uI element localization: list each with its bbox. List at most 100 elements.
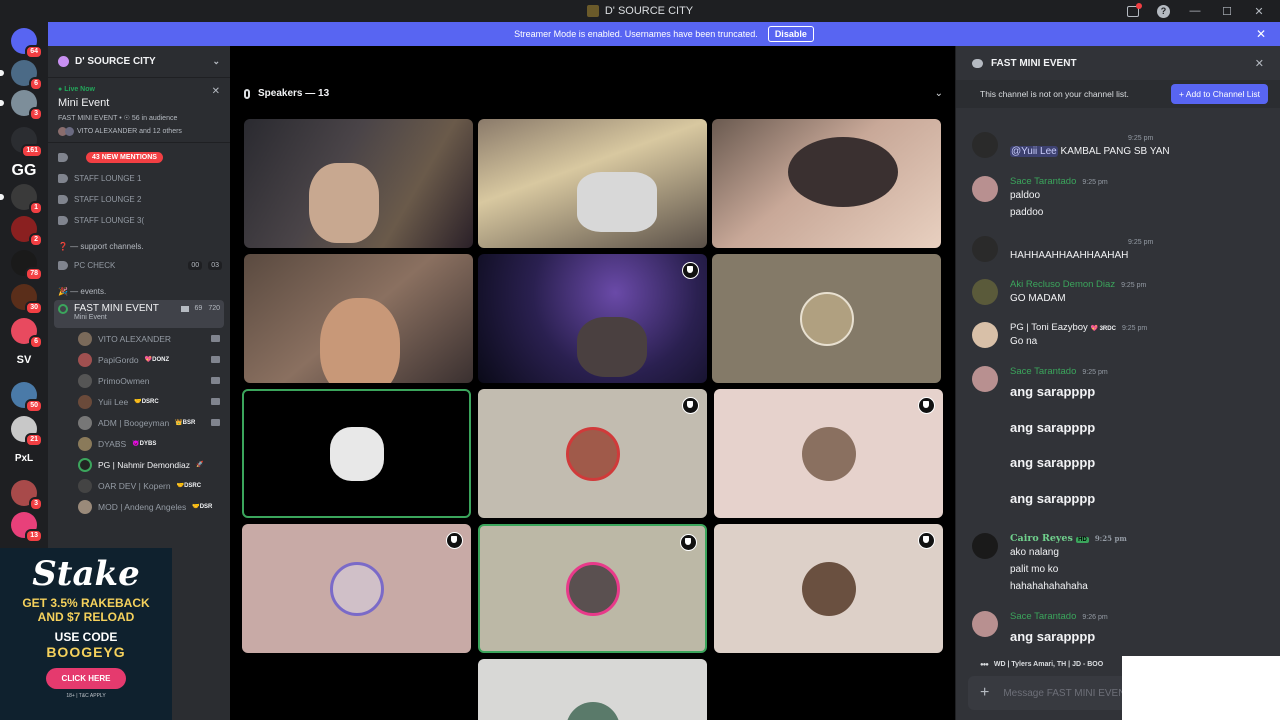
username[interactable]: PG | Toni Eazyboy 💖 3RDC 9:25 pm bbox=[1010, 322, 1147, 333]
unread-pill bbox=[0, 194, 4, 200]
live-event-card[interactable]: Live Now Mini Event FAST MINI EVENT • ☉ … bbox=[48, 78, 230, 143]
voice-user[interactable]: MOD | Andeng Angeles 🤝DSR bbox=[48, 496, 230, 517]
server-icon-9[interactable]: 6 bbox=[11, 318, 43, 349]
new-mentions-badge[interactable]: 43 NEW MENTIONS bbox=[86, 152, 163, 163]
speakers-header[interactable]: Speakers — 13 bbox=[244, 88, 329, 99]
event-meta: FAST MINI EVENT • ☉ 56 in audience bbox=[58, 115, 178, 122]
live-label: Live Now bbox=[58, 86, 220, 93]
avatar[interactable] bbox=[972, 236, 998, 262]
minimize-icon[interactable]: — bbox=[1188, 5, 1202, 17]
voice-user[interactable]: DYABS 😈DYBS bbox=[48, 433, 230, 454]
video-tile[interactable] bbox=[478, 254, 707, 383]
voice-user[interactable]: PG | Nahmir Demondiaz 🚀 bbox=[48, 454, 230, 475]
voice-user[interactable]: ADM | Boogeyman 👑BSR bbox=[48, 412, 230, 433]
channel-staff-lounge-3[interactable]: STAFF LOUNGE 3( bbox=[48, 210, 230, 231]
avatar bbox=[78, 436, 92, 451]
close-icon[interactable]: ✕ bbox=[1256, 27, 1266, 41]
server-icon-pxl[interactable]: PxL bbox=[8, 453, 40, 464]
voice-user[interactable]: PapiGordo 💖DONZ bbox=[48, 349, 230, 370]
help-icon[interactable]: ? bbox=[1157, 4, 1170, 18]
voice-user[interactable]: PrimoOwmen bbox=[48, 370, 230, 391]
category-events[interactable]: 🎉 — events. bbox=[48, 282, 230, 300]
avatar[interactable] bbox=[972, 322, 998, 348]
category-support[interactable]: ❓ — support channels. bbox=[48, 237, 230, 255]
inbox-icon[interactable] bbox=[1127, 2, 1142, 17]
server-icon-8[interactable]: 30 bbox=[11, 284, 43, 315]
channel-staff-lounge-2[interactable]: STAFF LOUNGE 2 bbox=[48, 189, 230, 210]
disable-button[interactable]: Disable bbox=[767, 26, 814, 42]
username[interactable]: Sace Tarantado 9:25 pm bbox=[1010, 176, 1108, 187]
voice-user[interactable]: Yuii Lee 🤝DSRC bbox=[48, 391, 230, 412]
chevron-down-icon: ⌄ bbox=[212, 56, 220, 66]
avatar[interactable] bbox=[972, 176, 998, 202]
speaker-tile[interactable] bbox=[242, 389, 471, 518]
maximize-icon[interactable]: ☐ bbox=[1220, 5, 1234, 18]
avatar bbox=[329, 561, 384, 616]
speaker-tile[interactable] bbox=[242, 524, 471, 653]
add-to-channel-list-button[interactable]: + Add to Channel List bbox=[1170, 84, 1268, 104]
avatar[interactable] bbox=[972, 533, 998, 559]
avatar bbox=[329, 426, 384, 481]
click-here-button[interactable]: CLICK HERE bbox=[45, 668, 127, 689]
server-icon-12[interactable]: 21 bbox=[11, 416, 43, 447]
close-window-icon[interactable]: ✕ bbox=[1252, 5, 1266, 18]
speaker-tile[interactable] bbox=[712, 254, 941, 383]
server-icon-15[interactable]: 13 bbox=[11, 512, 43, 543]
speaker-icon bbox=[58, 153, 68, 162]
server-icon-sv[interactable]: SV bbox=[8, 354, 40, 366]
server-icon-2[interactable]: 3 bbox=[11, 90, 43, 121]
speaker-tile[interactable] bbox=[714, 389, 943, 518]
channel-list-notice: This channel is not on your channel list… bbox=[956, 80, 1280, 108]
close-icon[interactable]: ✕ bbox=[1255, 57, 1264, 70]
channel-voice[interactable]: 43 NEW MENTIONS bbox=[48, 147, 230, 168]
server-icon-1[interactable]: 6 bbox=[11, 60, 43, 91]
server-icon-gg[interactable]: GG bbox=[8, 162, 40, 180]
username[interactable]: Sace Tarantado 9:25 pm bbox=[1010, 366, 1108, 377]
user-limit: 03 bbox=[208, 261, 222, 270]
voice-user[interactable]: VITO ALEXANDER bbox=[48, 328, 230, 349]
username[interactable]: Aki Recluso Demon Diaz 9:25 pm bbox=[1010, 279, 1146, 290]
voice-user[interactable]: OAR DEV | Kopern 🤝DSRC bbox=[48, 475, 230, 496]
overlay-box bbox=[1122, 656, 1280, 720]
channel-staff-lounge-1[interactable]: STAFF LOUNGE 1 bbox=[48, 168, 230, 189]
sponsor-offer: GET 3.5% RAKEBACK bbox=[22, 596, 150, 610]
moderator-icon bbox=[918, 397, 935, 414]
server-icon-14[interactable]: 3 bbox=[11, 480, 43, 511]
server-icon-7[interactable]: 78 bbox=[11, 250, 43, 281]
video-tile[interactable] bbox=[244, 254, 473, 383]
server-icon-3[interactable]: 161 bbox=[11, 127, 43, 158]
avatar[interactable] bbox=[972, 132, 998, 158]
video-tile[interactable] bbox=[712, 119, 941, 248]
speaker-tile[interactable] bbox=[478, 524, 707, 653]
channel-fast-mini-event[interactable]: FAST MINI EVENT 69 720 Mini Event bbox=[54, 300, 224, 328]
plus-icon[interactable]: + bbox=[980, 684, 989, 702]
avatar[interactable] bbox=[972, 366, 998, 392]
message-input[interactable]: Message FAST MINI EVENT bbox=[1003, 688, 1131, 699]
close-icon[interactable]: ✕ bbox=[212, 86, 220, 97]
username[interactable]: Sace Tarantado 9:26 pm bbox=[1010, 611, 1108, 622]
chevron-down-icon[interactable]: ⌄ bbox=[935, 88, 943, 99]
video-tile[interactable] bbox=[244, 119, 473, 248]
server-header[interactable]: D' SOURCE CITY ⌄ bbox=[48, 46, 230, 78]
participant-video bbox=[788, 137, 899, 208]
sponsor-logo: Stake bbox=[32, 554, 140, 594]
avatar[interactable] bbox=[972, 611, 998, 637]
channel-pc-check[interactable]: PC CHECK 00 03 bbox=[48, 255, 230, 276]
server-icon-5[interactable]: 1 bbox=[11, 184, 43, 215]
avatar bbox=[65, 127, 74, 136]
title-bar: D' SOURCE CITY ? — ☐ ✕ bbox=[0, 0, 1280, 22]
home-button[interactable]: 64 bbox=[11, 28, 43, 59]
participant-video bbox=[320, 297, 401, 383]
user-mention[interactable]: @Yuii Lee bbox=[1010, 146, 1058, 157]
video-tile[interactable] bbox=[478, 119, 707, 248]
speaker-tile[interactable] bbox=[714, 524, 943, 653]
sponsor-terms: 18+ | T&C APPLY bbox=[66, 693, 106, 699]
avatar[interactable] bbox=[972, 279, 998, 305]
speaker-tile[interactable] bbox=[478, 659, 707, 720]
moderator-icon bbox=[682, 397, 699, 414]
server-icon-11[interactable]: 50 bbox=[11, 382, 43, 413]
avatar bbox=[565, 702, 620, 720]
server-icon-6[interactable]: 2 bbox=[11, 216, 43, 247]
username[interactable]: Cairo Reyes HD 9:25 pm bbox=[1010, 533, 1127, 544]
speaker-tile[interactable] bbox=[478, 389, 707, 518]
